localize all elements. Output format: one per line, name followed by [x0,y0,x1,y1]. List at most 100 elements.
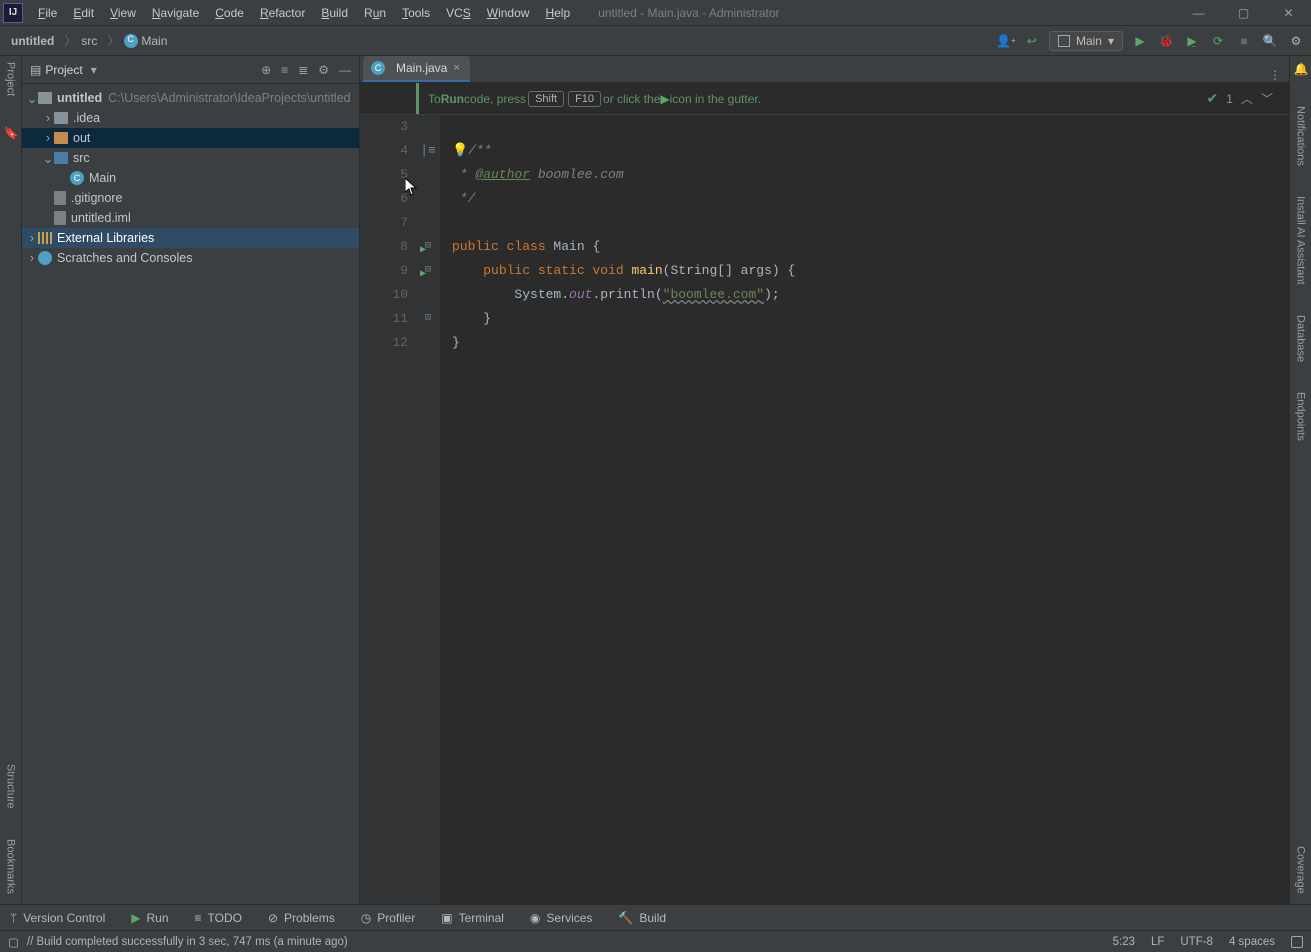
notifications-icon[interactable]: 🔔 [1294,62,1308,76]
menu-refactor[interactable]: Refactor [252,2,313,24]
gutter-run-icon[interactable]: ▶ [420,239,426,263]
stop-button[interactable]: ■ [1235,32,1253,50]
tab-overflow-icon[interactable]: ⋮ [1269,68,1289,82]
settings-icon[interactable]: ⚙ [1287,32,1305,50]
run-config-icon [1058,35,1070,47]
tool-todo[interactable]: ≡TODO [195,911,242,925]
gutter-run-icon[interactable]: ▶ [420,263,426,287]
user-add-icon[interactable]: 👤+ [997,32,1015,50]
indent-info[interactable]: 4 spaces [1229,936,1275,948]
collapse-all-icon[interactable]: ≣ [298,63,308,77]
bottom-toolbar: ᛘVersion Control ▶Run ≡TODO ⊘Problems ◷P… [0,904,1311,930]
class-icon: C [70,171,84,185]
status-icon[interactable]: ▢ [8,935,19,949]
tab-label: Main.java [396,61,447,75]
run-button[interactable]: ▶ [1131,32,1149,50]
panel-hide-icon[interactable]: ― [339,63,351,77]
run-config-selector[interactable]: Main ▾ [1049,31,1123,51]
chevron-down-icon: ▾ [1108,34,1114,48]
menu-help[interactable]: Help [537,2,578,24]
project-view-dropdown[interactable]: ▾ [91,63,97,77]
tree-external-libs[interactable]: ›External Libraries [22,228,359,248]
tree-out[interactable]: ›out [22,128,359,148]
rail-notifications[interactable]: Notifications [1295,106,1307,166]
debug-button[interactable]: 🐞 [1157,32,1175,50]
tool-vcs[interactable]: ᛘVersion Control [10,911,105,925]
menu-build[interactable]: Build [313,2,356,24]
tree-main-class[interactable]: CMain [22,168,359,188]
rail-structure[interactable]: Structure [5,764,17,809]
gutter[interactable]: 3 4 5 6 7 8▶ 9▶ 10 11 12 [360,115,416,904]
tree-src[interactable]: ⌄src [22,148,359,168]
rail-project[interactable]: Project [5,62,17,96]
project-tree[interactable]: ⌄ untitled C:\Users\Administrator\IdeaPr… [22,84,359,904]
fold-end-icon[interactable]: ⊡ [425,307,431,331]
select-opened-file-icon[interactable]: ⊕ [261,63,271,77]
tree-root[interactable]: ⌄ untitled C:\Users\Administrator\IdeaPr… [22,88,359,108]
panel-settings-icon[interactable]: ⚙ [318,63,329,77]
code-content[interactable]: 💡/** * @author boomlee.com */ public cla… [440,115,795,904]
tab-close-icon[interactable]: × [453,62,459,74]
file-encoding[interactable]: UTF-8 [1180,936,1213,948]
scratch-icon [38,251,52,265]
tree-gitignore[interactable]: .gitignore [22,188,359,208]
menu-edit[interactable]: Edit [65,2,102,24]
warning-icon: ⊘ [268,911,278,925]
coverage-run-icon[interactable]: ▶̤ [1183,32,1201,50]
inspections-ok-icon[interactable]: ✔ [1207,90,1219,107]
crumb-folder[interactable]: src [59,30,102,51]
library-icon [38,232,52,244]
tool-services[interactable]: ◉Services [530,911,593,925]
crumb-file[interactable]: Main [102,30,172,51]
profile-run-icon[interactable]: ⟳ [1209,32,1227,50]
rail-bookmarks[interactable]: Bookmarks [5,839,17,894]
menu-code[interactable]: Code [207,2,252,24]
hint-down-icon[interactable]: ﹀ [1261,90,1273,107]
run-config-label: Main [1076,34,1102,48]
rail-ai[interactable]: Install AI Assistant [1295,196,1307,285]
back-arrow-icon[interactable]: ↩ [1023,32,1041,50]
menu-view[interactable]: View [102,2,144,24]
editor-area: C Main.java × ⋮ To Run code, press Shift… [360,56,1289,904]
hint-up-icon[interactable]: ︿ [1241,90,1253,107]
tree-idea[interactable]: ›.idea [22,108,359,128]
expand-all-icon[interactable]: ≡ [281,63,288,77]
menu-tools[interactable]: Tools [394,2,438,24]
play-icon: ▶ [131,911,140,925]
rail-database[interactable]: Database [1295,315,1307,362]
tool-run[interactable]: ▶Run [131,911,168,925]
bookmark-rail-icon[interactable]: 🔖 [4,126,18,140]
tree-iml[interactable]: untitled.iml [22,208,359,228]
hammer-icon: 🔨 [618,911,633,925]
tool-terminal[interactable]: ▣Terminal [441,911,504,925]
gauge-icon: ◷ [361,911,371,925]
code-editor[interactable]: 3 4 5 6 7 8▶ 9▶ 10 11 12 |≡ ⊟ ⊟ ⊡ [360,115,1289,904]
rail-endpoints[interactable]: Endpoints [1295,392,1307,441]
minimize-button[interactable]: ― [1176,0,1221,26]
tool-problems[interactable]: ⊘Problems [268,911,335,925]
close-button[interactable]: ✕ [1266,0,1311,26]
readonly-lock-icon[interactable] [1291,936,1303,948]
tool-build[interactable]: 🔨Build [618,911,666,925]
tree-scratches[interactable]: ›Scratches and Consoles [22,248,359,268]
class-icon: C [371,61,385,75]
tab-main-java[interactable]: C Main.java × [363,56,470,82]
editor-run-hint: To Run code, press Shift F10 or click th… [360,83,1289,115]
caret-position[interactable]: 5:23 [1113,936,1135,948]
line-ending[interactable]: LF [1151,936,1164,948]
search-icon[interactable]: 🔍 [1261,32,1279,50]
menu-navigate[interactable]: Navigate [144,2,207,24]
intention-bulb-icon[interactable]: 💡 [452,143,468,158]
menu-run[interactable]: Run [356,2,394,24]
menu-vcs[interactable]: VCS [438,2,479,24]
line-status-icon: |≡ [420,139,436,163]
hint-text: To [428,92,441,106]
maximize-button[interactable]: ▢ [1221,0,1266,26]
rail-coverage[interactable]: Coverage [1295,846,1307,894]
menu-file[interactable]: File [30,2,65,24]
tool-profiler[interactable]: ◷Profiler [361,911,416,925]
crumb-project[interactable]: untitled [6,32,59,50]
fold-gutter[interactable]: |≡ ⊟ ⊟ ⊡ [416,115,440,904]
project-panel-title[interactable]: Project [45,63,82,77]
menu-window[interactable]: Window [479,2,538,24]
